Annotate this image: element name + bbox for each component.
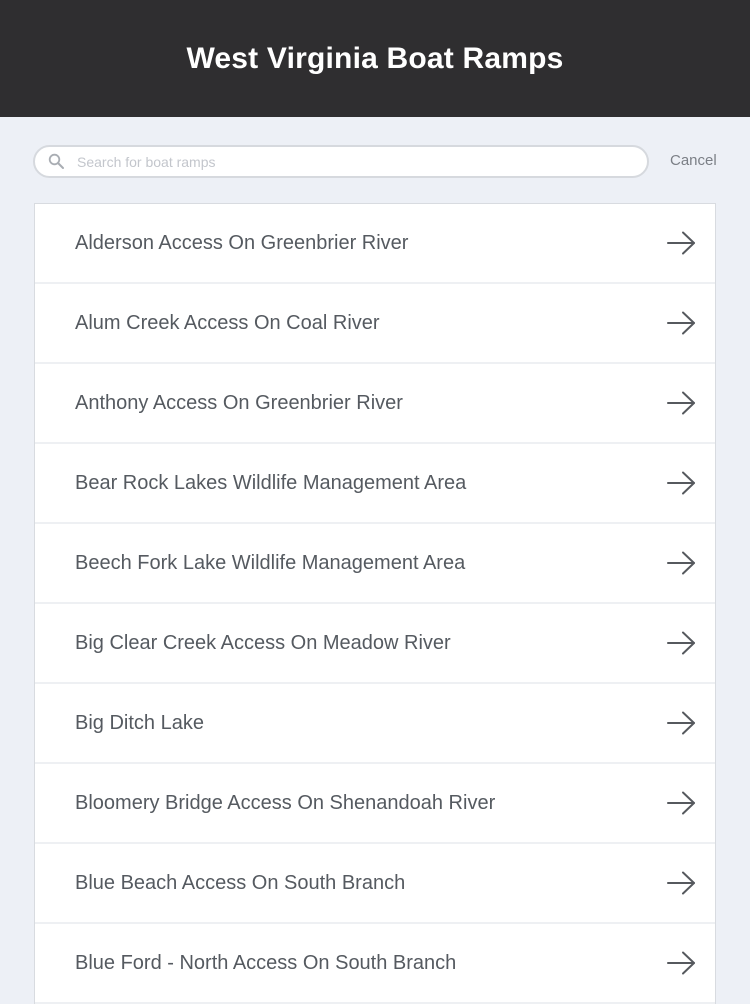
header-bar: West Virginia Boat Ramps (0, 0, 750, 117)
arrow-right-icon (667, 311, 695, 335)
list-item-label: Bloomery Bridge Access On Shenandoah Riv… (75, 792, 496, 814)
arrow-right-icon (667, 871, 695, 895)
arrow-right-icon (667, 471, 695, 495)
list-item[interactable]: Big Ditch Lake (35, 684, 715, 764)
list-item[interactable]: Anthony Access On Greenbrier River (35, 364, 715, 444)
boat-ramp-list: Alderson Access On Greenbrier River Alum … (34, 203, 716, 1004)
search-icon (48, 153, 64, 169)
list-item[interactable]: Big Clear Creek Access On Meadow River (35, 604, 715, 684)
list-item-label: Blue Beach Access On South Branch (75, 872, 406, 894)
arrow-right-icon (667, 711, 695, 735)
arrow-right-icon (667, 231, 695, 255)
list-item-label: Alum Creek Access On Coal River (75, 312, 380, 334)
arrow-right-icon (667, 791, 695, 815)
arrow-right-icon (667, 631, 695, 655)
list-item-label: Blue Ford - North Access On South Branch (75, 952, 457, 974)
search-box[interactable] (33, 145, 649, 178)
list-item-label: Big Ditch Lake (75, 712, 204, 734)
list-item[interactable]: Bloomery Bridge Access On Shenandoah Riv… (35, 764, 715, 844)
list-item-label: Bear Rock Lakes Wildlife Management Area (75, 472, 467, 494)
list-item-label: Big Clear Creek Access On Meadow River (75, 632, 451, 654)
list-item[interactable]: Blue Beach Access On South Branch (35, 844, 715, 924)
list-item[interactable]: Alum Creek Access On Coal River (35, 284, 715, 364)
list-item[interactable]: Alderson Access On Greenbrier River (35, 204, 715, 284)
list-item[interactable]: Blue Ford - North Access On South Branch (35, 924, 715, 1004)
list-item-label: Beech Fork Lake Wildlife Management Area (75, 552, 466, 574)
arrow-right-icon (667, 551, 695, 575)
list-item[interactable]: Bear Rock Lakes Wildlife Management Area (35, 444, 715, 524)
arrow-right-icon (667, 391, 695, 415)
search-row: Cancel (0, 117, 750, 203)
list-item[interactable]: Beech Fork Lake Wildlife Management Area (35, 524, 715, 604)
page-title: West Virginia Boat Ramps (186, 42, 564, 75)
list-item-label: Anthony Access On Greenbrier River (75, 392, 403, 414)
list-item-label: Alderson Access On Greenbrier River (75, 232, 409, 254)
cancel-button[interactable]: Cancel (670, 152, 717, 169)
search-input[interactable] (77, 147, 637, 176)
arrow-right-icon (667, 951, 695, 975)
